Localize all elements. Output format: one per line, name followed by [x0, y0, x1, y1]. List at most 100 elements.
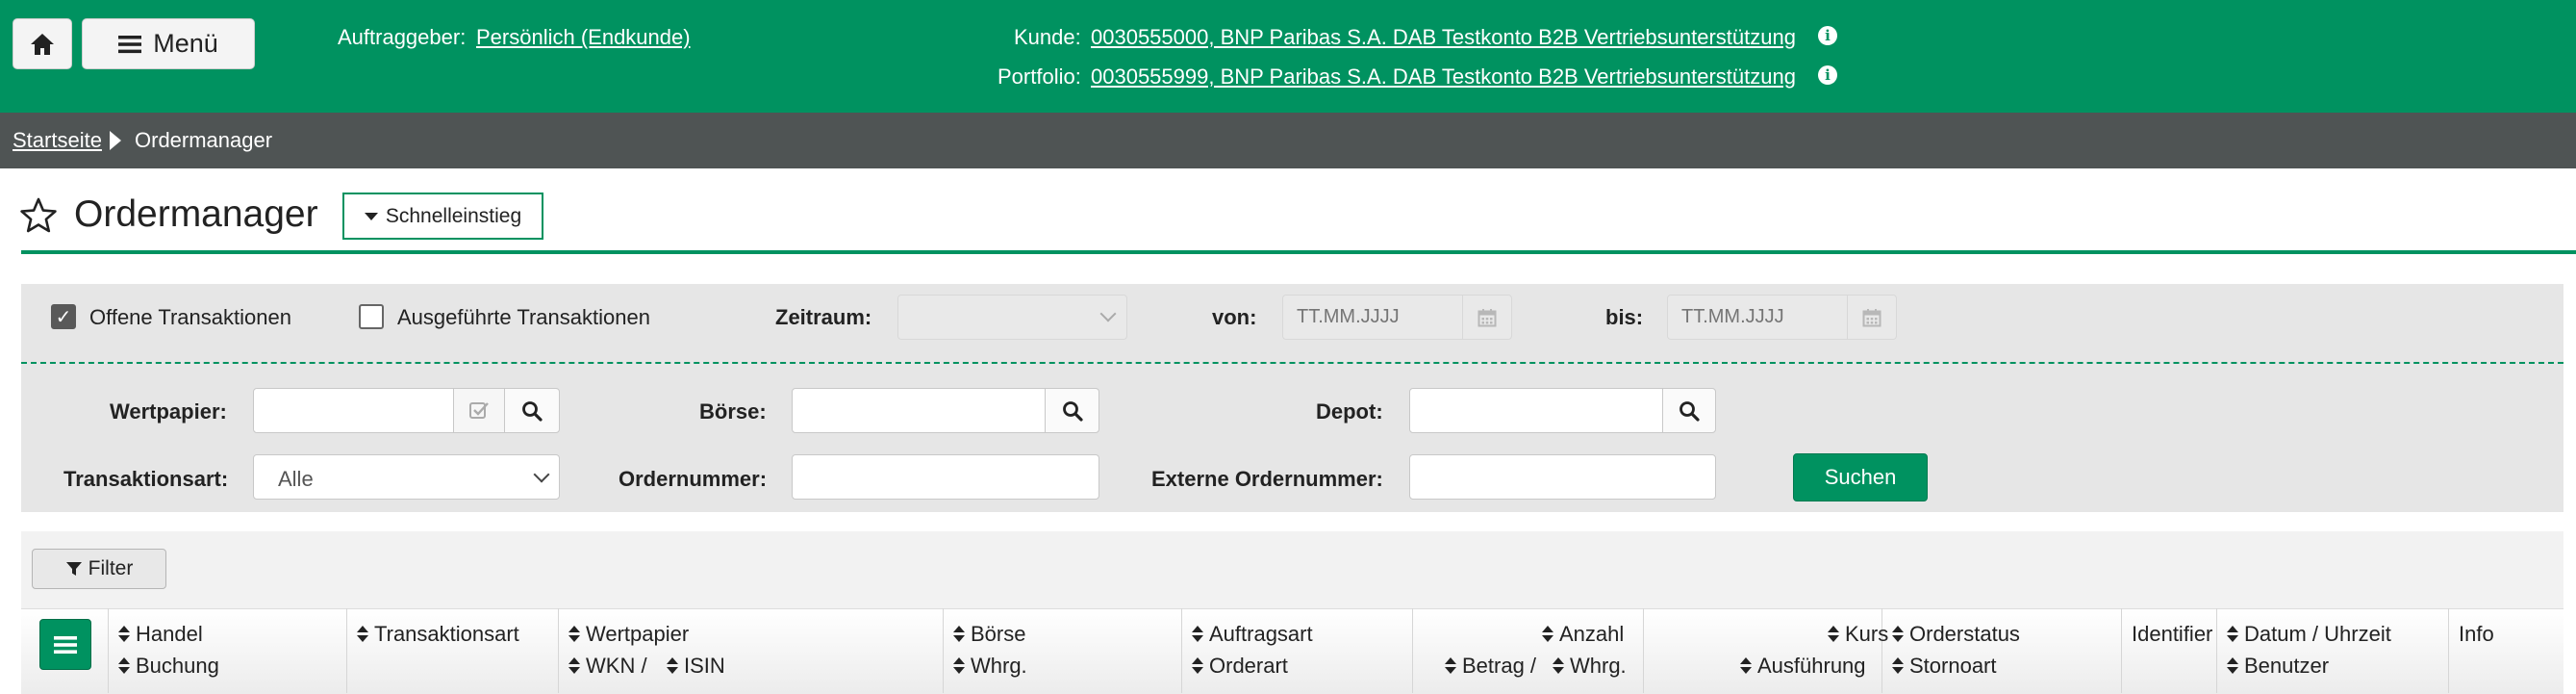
col-stornoart-label: Stornoart [1909, 654, 1997, 678]
title-divider [21, 250, 2576, 254]
sort-icon [1892, 657, 1904, 675]
sort-icon [568, 657, 580, 675]
executed-transactions-checkbox[interactable] [359, 304, 384, 329]
calendar-icon [1862, 308, 1881, 326]
security-validate-button[interactable] [453, 388, 505, 433]
sort-buchung[interactable]: Buchung [118, 654, 219, 679]
column-divider [1412, 608, 1413, 693]
col-anzahl-label: Anzahl [1559, 622, 1625, 646]
sort-orderstatus[interactable]: Orderstatus [1892, 622, 2020, 647]
sort-icon [1828, 626, 1839, 643]
sort-anzahl[interactable]: Anzahl [1542, 622, 1624, 647]
sort-benutzer[interactable]: Benutzer [2227, 654, 2329, 679]
column-divider [108, 608, 109, 693]
col-identifier-label: Identifier [2132, 622, 2213, 646]
period-select[interactable] [897, 295, 1127, 340]
order-number-input[interactable] [792, 454, 1099, 500]
col-info-label: Info [2459, 622, 2494, 646]
column-divider [2216, 608, 2217, 693]
external-order-number-label: Externe Ordernummer: [1151, 467, 1383, 491]
breadcrumb: Startseite Ordermanager [0, 113, 2576, 168]
security-input[interactable] [253, 388, 454, 433]
filter-button[interactable]: Filter [32, 549, 166, 589]
sort-stornoart[interactable]: Stornoart [1892, 654, 1997, 679]
filter-label: Filter [88, 557, 134, 579]
col-buchung-label: Buchung [136, 654, 219, 678]
sort-wkn[interactable]: WKN / [568, 654, 647, 679]
exchange-input[interactable] [792, 388, 1046, 433]
sort-icon [1192, 626, 1203, 643]
portfolio-info-icon[interactable]: i [1818, 65, 1837, 85]
depot-input[interactable] [1409, 388, 1663, 433]
sort-icon [118, 657, 130, 675]
col-kurs-label: Kurs [1845, 622, 1889, 646]
col-orderstatus-label: Orderstatus [1909, 622, 2020, 646]
to-calendar-button[interactable] [1847, 295, 1897, 340]
sort-betrag[interactable]: Betrag / [1445, 654, 1536, 679]
sort-datum[interactable]: Datum / Uhrzeit [2227, 622, 2391, 647]
column-divider [943, 608, 944, 693]
col-orderart-label: Orderart [1209, 654, 1288, 678]
sort-whrg[interactable]: Whrg. [953, 654, 1027, 679]
security-search-button[interactable] [504, 388, 560, 433]
depot-label: Depot: [1316, 399, 1383, 424]
depot-search-button[interactable] [1662, 388, 1716, 433]
quick-entry-label: Schnelleinstieg [385, 204, 522, 227]
to-date-input[interactable] [1667, 295, 1848, 340]
caret-down-icon [364, 212, 378, 220]
client-label: Auftraggeber: [338, 25, 467, 49]
customer-info-icon[interactable]: i [1818, 26, 1837, 45]
sort-auftragsart[interactable]: Auftragsart [1192, 622, 1313, 647]
sort-orderart[interactable]: Orderart [1192, 654, 1288, 679]
quick-entry-dropdown[interactable]: Schnelleinstieg [342, 193, 543, 240]
customer-link[interactable]: 0030555000, BNP Paribas S.A. DAB Testkon… [1091, 25, 1796, 50]
sort-icon [2227, 626, 2238, 643]
sort-wertpapier[interactable]: Wertpapier [568, 622, 689, 647]
col-betrag-whrg-label: Whrg. [1570, 654, 1627, 678]
menu-button[interactable]: Menü [82, 18, 255, 69]
sort-whrg-betrag[interactable]: Whrg. [1553, 654, 1627, 679]
open-transactions-checkbox[interactable]: ✓ [51, 304, 76, 329]
column-divider [2121, 608, 2122, 693]
exchange-search-button[interactable] [1045, 388, 1099, 433]
breadcrumb-home-link[interactable]: Startseite [13, 128, 102, 153]
sort-icon [1892, 626, 1904, 643]
col-auftragsart-label: Auftragsart [1209, 622, 1313, 646]
transaction-type-value: Alle [278, 467, 314, 491]
column-divider [2448, 608, 2449, 693]
sort-kurs[interactable]: Kurs [1828, 622, 1888, 647]
client-link[interactable]: Persönlich (Endkunde) [476, 25, 691, 50]
col-wkn-label: WKN / [586, 654, 647, 678]
sort-boerse[interactable]: Börse [953, 622, 1025, 647]
sort-icon [568, 626, 580, 643]
menu-label: Menü [153, 29, 218, 58]
from-label: von: [1212, 305, 1257, 329]
home-button[interactable] [13, 18, 72, 69]
col-isin-label: ISIN [684, 654, 725, 678]
column-divider [1643, 608, 1644, 693]
portfolio-link[interactable]: 0030555999, BNP Paribas S.A. DAB Testkon… [1091, 64, 1796, 90]
sort-transaktionsart[interactable]: Transaktionsart [357, 622, 519, 647]
sort-icon [953, 657, 965, 675]
column-toggle-button[interactable] [39, 619, 91, 670]
external-order-number-input[interactable] [1409, 454, 1716, 500]
sort-handel[interactable]: Handel [118, 622, 203, 647]
col-benutzer-label: Benutzer [2244, 654, 2330, 678]
sort-icon [953, 626, 965, 643]
from-calendar-button[interactable] [1462, 295, 1512, 340]
search-button[interactable]: Suchen [1793, 453, 1928, 501]
customer-label: Kunde: [1014, 25, 1081, 49]
favorite-star-icon[interactable] [19, 196, 58, 235]
filter-toolbar [21, 531, 2563, 608]
transaction-type-label: Transaktionsart: [63, 467, 229, 491]
sort-icon [1445, 657, 1456, 675]
portfolio-label: Portfolio: [998, 64, 1081, 89]
col-handel-label: Handel [136, 622, 203, 646]
col-whrg-label: Whrg. [971, 654, 1027, 678]
to-label: bis: [1605, 305, 1644, 329]
sort-ausfuehrung[interactable]: Ausführung [1740, 654, 1866, 679]
list-icon [54, 635, 77, 654]
sort-isin[interactable]: ISIN [667, 654, 725, 679]
executed-transactions-label: Ausgeführte Transaktionen [397, 305, 650, 329]
from-date-input[interactable] [1282, 295, 1463, 340]
